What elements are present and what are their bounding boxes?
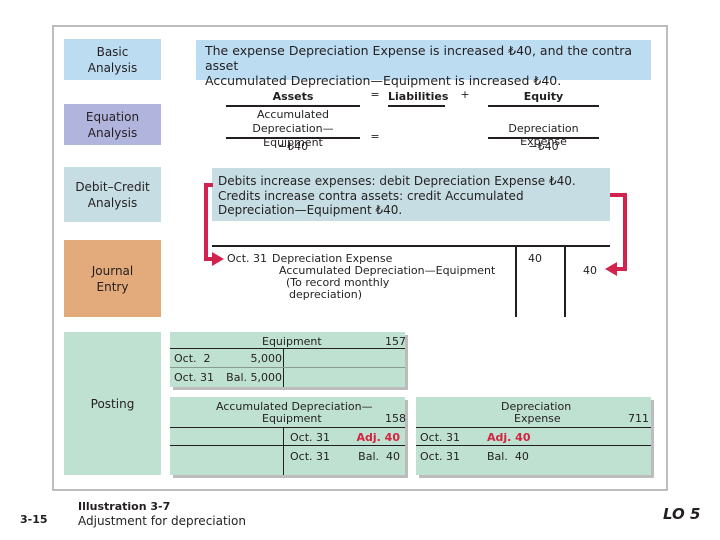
journal-debit-amount: 40 [528,252,542,265]
journal-entry-label: Journal Entry [64,240,161,317]
right-arrow-shaft [623,193,627,271]
liabilities-underline [388,105,445,107]
assets-underline [226,105,360,107]
asset-amount: −₺40 [277,140,309,153]
basic-line-1: The expense Depreciation Expense is incr… [205,43,633,73]
asset-account-line: Accumulated [257,108,329,121]
t-account-top-rule [170,427,405,428]
t-entry-adjustment: Adj. 40 [356,431,400,444]
t-account-accumulated-depreciation: Accumulated Depreciation— Equipment 158 … [170,397,406,475]
equity-underline [488,105,599,107]
asset-account-underline [226,137,360,139]
liabilities-header: Liabilities [388,90,449,103]
t-account-number: 157 [385,335,406,348]
label-line: Posting [90,396,135,411]
equity-amount: −₺40 [528,140,559,153]
dc-line-3: Depreciation—Equipment ₺40. [218,203,403,217]
t-account-top-rule [170,348,405,349]
t-account-number: 711 [628,412,649,425]
right-arrowhead-icon [212,252,224,266]
dc-line-2: Credits increase contra assets: credit A… [218,188,524,203]
journal-top-rule [212,245,610,247]
t-entry-amount: 5,000 [250,352,283,365]
journal-explanation-2: depreciation) [289,288,362,301]
t-entry-date: Oct. 2 [174,352,211,365]
label-line: Basic [96,44,129,59]
t-entry-date: Oct. 31 [420,431,461,444]
equation-analysis-label: Equation Analysis [64,104,161,145]
t-account-name: Equipment [262,335,322,348]
plus-sign: + [460,88,470,101]
debit-credit-text: Debits increase expenses: debit Deprecia… [212,168,610,221]
t-entry-amount: Bal. 5,000 [226,371,282,384]
t-entry-amount: Bal. 40 [487,450,529,463]
journal-date: Oct. 31 [227,252,268,265]
label-line: Analysis [87,60,138,75]
illustration-subtitle: Adjustment for depreciation [78,514,246,528]
label-line: Debit–Credit [75,179,150,194]
left-arrowhead-icon [605,262,617,276]
t-account-row-rule [170,445,405,446]
journal-credit-divider [564,245,566,317]
journal-debit-divider [515,245,517,317]
assets-header: Assets [272,90,314,103]
t-entry-date: Oct. 31 [174,371,215,384]
dc-line-1: Debits increase expenses: debit Deprecia… [218,174,576,188]
label-line: Equation [85,109,140,124]
label-line: Journal [91,263,134,278]
illustration-title: Illustration 3-7 [78,500,171,513]
learning-objective: LO 5 [663,505,701,523]
t-account-row-rule [416,445,651,446]
t-account-divider [283,427,284,475]
t-entry-date: Oct. 31 [290,431,331,444]
debit-credit-analysis-label: Debit–Credit Analysis [64,167,161,222]
equals-sign: = [370,88,380,101]
equals-sign-2: = [370,130,380,143]
label-line: Analysis [87,125,138,140]
t-entry-date: Oct. 31 [290,450,331,463]
t-account-name-2: Expense [514,412,561,425]
label-line: Analysis [87,195,138,210]
t-account-top-rule [416,427,651,428]
t-entry-date: Oct. 31 [420,450,461,463]
t-account-row-rule [170,367,405,368]
basic-analysis-text: The expense Depreciation Expense is incr… [196,40,651,88]
basic-line-2: Accumulated Depreciation—Equipment is in… [205,73,562,88]
label-line: Entry [96,279,129,294]
t-account-equipment: Equipment 157 Oct. 2 5,000 Oct. 31 Bal. … [170,332,406,387]
t-account-depreciation-expense: Depreciation Expense 711 Oct. 31 Adj. 40… [416,397,651,475]
journal-credit-amount: 40 [583,264,597,277]
t-account-number: 158 [385,412,406,425]
equity-account-underline [488,137,599,139]
page-number: 3-15 [20,513,48,526]
posting-label: Posting [64,332,161,475]
basic-analysis-label: Basic Analysis [64,39,161,80]
t-entry-adjustment: Adj. 40 [487,431,531,444]
t-account-name-2: Equipment [262,412,322,425]
t-entry-amount: Bal. 40 [358,450,400,463]
equity-header: Equity [523,90,564,103]
left-arrow-shaft [204,183,208,261]
